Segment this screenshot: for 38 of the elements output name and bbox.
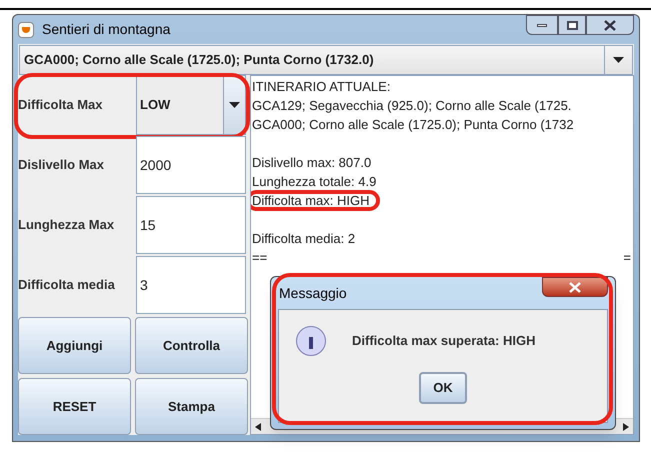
field-label: Lunghezza Max <box>18 216 116 234</box>
difficulty-dropdown[interactable]: LOW <box>136 75 246 135</box>
action-button[interactable]: Stampa <box>135 378 248 435</box>
left-arrow-icon <box>255 422 261 430</box>
output-line: Difficolta max: HIGH <box>252 193 370 208</box>
output-line: GCA000; Corno alle Scale (1725.0); Punta Corno (1732 <box>252 117 574 132</box>
input-field[interactable]: 2000 <box>136 136 246 194</box>
dialog-message: Difficolta max superata: HIGH <box>352 332 536 350</box>
right-arrow-icon <box>623 422 629 430</box>
output-line: Difficolta media: 2 <box>252 231 356 246</box>
field-label: Difficolta Max <box>18 96 104 114</box>
output-line: ITINERARIO ATTUALE: <box>252 79 390 94</box>
ok-button[interactable]: OK <box>419 372 467 404</box>
action-button[interactable]: Aggiungi <box>18 317 131 374</box>
output-line: Lunghezza totale: 4.9 <box>252 174 376 189</box>
info-icon <box>296 326 326 356</box>
output-line: = <box>623 249 632 267</box>
window-title: Sentieri di montagna <box>42 20 170 39</box>
close-icon <box>604 20 616 30</box>
close-icon <box>569 282 581 292</box>
minimize-button[interactable] <box>526 15 558 35</box>
field-label: Difficolta media <box>18 276 116 294</box>
input-field[interactable]: 15 <box>136 196 246 254</box>
output-line: GCA129; Segavecchia (925.0); Corno alle Scale (1725. <box>252 98 572 113</box>
java-cup-icon <box>18 22 34 38</box>
output-line: Dislivello max: 807.0 <box>252 155 372 170</box>
maximize-button[interactable] <box>558 15 586 35</box>
output-line: == <box>252 249 268 267</box>
route-dropdown[interactable]: GCA000; Corno alle Scale (1725.0); Punta Corno (1732.0) <box>19 45 633 75</box>
action-button[interactable]: RESET <box>18 378 131 435</box>
action-button[interactable]: Controlla <box>135 317 248 374</box>
caret-icon <box>229 102 240 108</box>
input-field[interactable]: 3 <box>136 256 246 314</box>
close-button[interactable] <box>586 15 634 35</box>
dialog-title: Messaggio <box>278 284 347 303</box>
dialog-close-button[interactable] <box>542 277 608 297</box>
field-label: Dislivello Max <box>18 156 105 174</box>
caret-icon <box>613 57 624 63</box>
